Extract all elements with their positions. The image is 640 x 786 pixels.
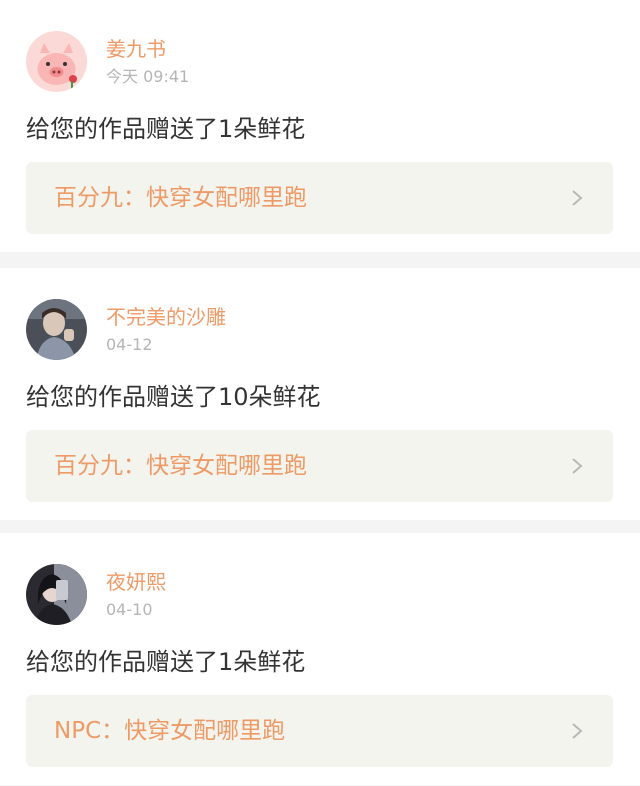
- message-text: 给您的作品赠送了1朵鲜花: [26, 648, 306, 676]
- work-link[interactable]: NPC：快穿女配哪里跑: [26, 695, 613, 767]
- pig-avatar-icon: [26, 31, 87, 92]
- username[interactable]: 夜妍熙: [106, 569, 166, 595]
- timestamp: 04-12: [106, 335, 153, 354]
- person-photo-avatar-icon: [26, 564, 87, 625]
- username[interactable]: 姜九书: [106, 36, 166, 62]
- work-link[interactable]: 百分九：快穿女配哪里跑: [26, 162, 613, 234]
- person-photo-avatar-icon: [26, 299, 87, 360]
- chevron-right-icon: [567, 188, 587, 208]
- notification-card: 不完美的沙雕 04-12 给您的作品赠送了10朵鲜花 百分九：快穿女配哪里跑: [0, 268, 640, 520]
- work-link[interactable]: 百分九：快穿女配哪里跑: [26, 430, 613, 502]
- message-text: 给您的作品赠送了1朵鲜花: [26, 115, 306, 143]
- work-title: NPC：快穿女配哪里跑: [54, 718, 286, 744]
- avatar[interactable]: [26, 299, 87, 360]
- message-text: 给您的作品赠送了10朵鲜花: [26, 383, 321, 411]
- avatar[interactable]: [26, 31, 87, 92]
- timestamp: 04-10: [106, 600, 153, 619]
- chevron-right-icon: [567, 456, 587, 476]
- work-title: 百分九：快穿女配哪里跑: [54, 453, 307, 479]
- notification-card: 夜妍熙 04-10 给您的作品赠送了1朵鲜花 NPC：快穿女配哪里跑: [0, 533, 640, 785]
- notification-card: 姜九书 今天 09:41 给您的作品赠送了1朵鲜花 百分九：快穿女配哪里跑: [0, 0, 640, 252]
- avatar[interactable]: [26, 564, 87, 625]
- chevron-right-icon: [567, 721, 587, 741]
- username[interactable]: 不完美的沙雕: [106, 304, 226, 330]
- notification-feed: 姜九书 今天 09:41 给您的作品赠送了1朵鲜花 百分九：快穿女配哪里跑 不完…: [0, 0, 640, 786]
- timestamp: 今天 09:41: [106, 67, 190, 86]
- work-title: 百分九：快穿女配哪里跑: [54, 185, 307, 211]
